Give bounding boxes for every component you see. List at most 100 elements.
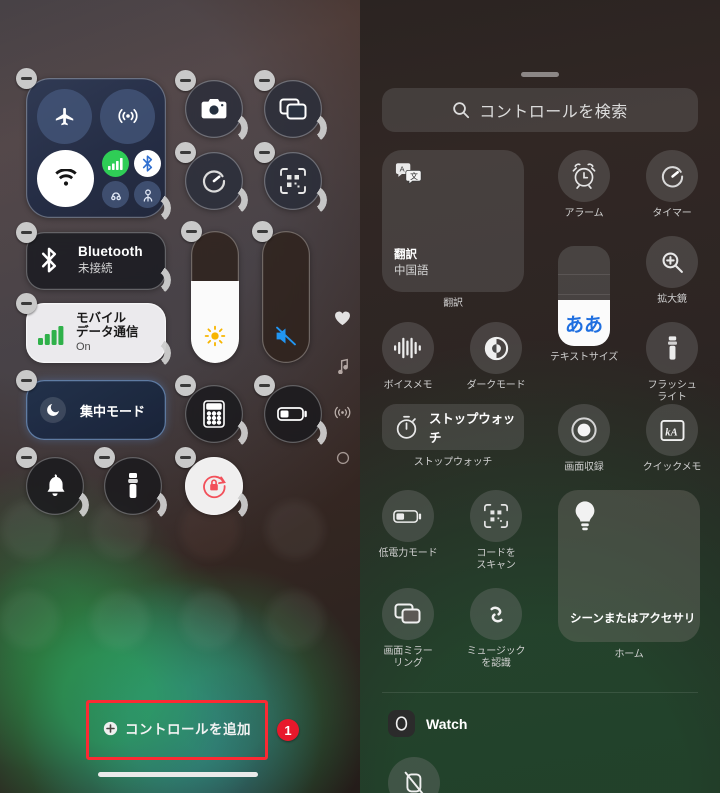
magnifier-circle[interactable]	[646, 236, 698, 288]
control-item-scan-code[interactable]: コードを スキャン	[470, 490, 532, 571]
control-item-flashlight[interactable]: フラッシュ ライト	[646, 322, 708, 403]
sheet-grabber[interactable]	[521, 72, 559, 77]
resize-handle[interactable]	[218, 418, 248, 448]
focus-mode-tile[interactable]: 集中モード	[16, 370, 166, 440]
wifi-toggle[interactable]	[37, 150, 94, 207]
resize-handle[interactable]	[297, 185, 327, 215]
section-divider	[382, 692, 698, 693]
quick-note-circle[interactable]: kA	[646, 404, 698, 456]
remove-cellular-button[interactable]	[16, 293, 37, 314]
text-size-caption: テキストサイズ	[550, 352, 618, 363]
airdrop-toggle[interactable]	[102, 181, 129, 208]
remove-battery-button[interactable]	[254, 375, 275, 396]
control-item-magnifier[interactable]: 拡大鏡	[646, 236, 708, 306]
screen-mirroring-icon	[394, 602, 422, 626]
remove-camera-button[interactable]	[175, 70, 196, 91]
control-item-watch-silent[interactable]	[388, 757, 440, 793]
focus-label: 集中モード	[80, 404, 146, 419]
alarm-circle[interactable]	[558, 150, 610, 202]
control-item-dark-mode[interactable]: ダークモード	[467, 322, 532, 392]
cellular-data-toggle[interactable]	[100, 89, 155, 144]
resize-handle[interactable]	[137, 490, 167, 520]
timer-tile[interactable]	[175, 142, 248, 215]
remove-flashlight-button[interactable]	[94, 447, 115, 468]
remove-connectivity-button[interactable]	[16, 68, 37, 89]
qr-scan-tile[interactable]	[254, 142, 327, 215]
resize-handle[interactable]	[218, 113, 248, 143]
remove-volume-button[interactable]	[252, 221, 273, 242]
bluetooth-row-tile[interactable]: Bluetooth 未接続	[16, 222, 171, 295]
watch-silent-circle[interactable]	[388, 757, 440, 793]
svg-text:kA: kA	[665, 427, 677, 438]
control-item-low-power-mode[interactable]: 低電力モード	[379, 490, 444, 560]
airplane-icon	[54, 106, 76, 128]
scan-code-circle[interactable]	[470, 490, 522, 542]
text-size-slider[interactable]: ああ	[558, 246, 610, 346]
resize-handle[interactable]	[141, 338, 171, 368]
stopwatch-tile[interactable]: ストップウォッチ	[382, 404, 524, 450]
remove-calculator-button[interactable]	[175, 375, 196, 396]
translate-tile-title: 翻訳	[394, 249, 417, 261]
control-item-timer[interactable]: タイマー	[646, 150, 708, 220]
control-item-stopwatch[interactable]: ストップウォッチ ストップウォッチ	[382, 404, 524, 469]
flashlight-tile[interactable]	[94, 447, 167, 520]
remove-brightness-button[interactable]	[181, 221, 202, 242]
ringer-tile[interactable]	[16, 447, 89, 520]
rotation-lock-tile[interactable]	[175, 447, 248, 520]
screen-recording-circle[interactable]	[558, 404, 610, 456]
remove-timer-button[interactable]	[175, 142, 196, 163]
resize-handle[interactable]	[297, 418, 327, 448]
voice-memo-circle[interactable]	[382, 322, 434, 374]
control-item-translate[interactable]: A 文 翻訳 中国語 翻訳	[382, 150, 524, 310]
scan-code-caption-line2: スキャン	[476, 559, 516, 571]
screen-mirroring-circle[interactable]	[382, 588, 434, 640]
remove-focus-button[interactable]	[16, 370, 37, 391]
screen-mirroring-tile[interactable]	[254, 70, 327, 143]
control-item-screen-recording[interactable]: 画面収録	[558, 404, 620, 474]
remove-bluetooth-button[interactable]	[16, 222, 37, 243]
control-item-voice-memo[interactable]: ボイスメモ	[382, 322, 444, 392]
bluetooth-toggle[interactable]	[134, 150, 161, 177]
control-item-home[interactable]: シーンまたはアクセサリ ホーム	[558, 490, 700, 661]
search-control-field[interactable]: コントロールを検索	[382, 88, 698, 132]
resize-handle[interactable]	[141, 265, 171, 295]
low-power-circle[interactable]	[382, 490, 434, 542]
cellular-signal-toggle[interactable]	[102, 150, 129, 177]
volume-slider[interactable]	[252, 221, 310, 363]
flashlight-caption-line1: フラッシュ	[647, 380, 697, 391]
flashlight-circle[interactable]	[646, 322, 698, 374]
recognize-music-circle[interactable]	[470, 588, 522, 640]
remove-rotation-lock-button[interactable]	[175, 447, 196, 468]
stopwatch-icon	[394, 415, 419, 440]
airplane-mode-toggle[interactable]	[37, 89, 92, 144]
control-item-alarm[interactable]: アラーム	[558, 150, 620, 220]
svg-text:A: A	[400, 164, 405, 173]
dark-mode-circle[interactable]	[470, 322, 522, 374]
translate-tile[interactable]: A 文 翻訳 中国語	[382, 150, 524, 292]
control-item-text-size[interactable]: ああ テキストサイズ	[550, 246, 620, 364]
add-control-button[interactable]: コントロールを追加	[86, 704, 268, 752]
control-item-recognize-music[interactable]: ミュージック を認識	[467, 588, 532, 669]
control-center-grid: Bluetooth 未接続 モバイル データ通信 On 集中モード コントロール…	[0, 0, 360, 793]
resize-handle[interactable]	[297, 113, 327, 143]
timer-circle[interactable]	[646, 150, 698, 202]
battery-tile[interactable]	[254, 375, 327, 448]
cellular-text: モバイル データ通信 On	[76, 311, 139, 353]
waveform-icon	[394, 336, 422, 360]
control-item-screen-mirroring[interactable]: 画面ミラー リング	[382, 588, 444, 669]
control-item-quick-note[interactable]: kA クイックメモ	[643, 404, 708, 474]
resize-handle[interactable]	[59, 490, 89, 520]
remove-screen-mirroring-button[interactable]	[254, 70, 275, 91]
resize-handle[interactable]	[218, 185, 248, 215]
remove-qr-scan-button[interactable]	[254, 142, 275, 163]
cellular-data-card[interactable]: モバイル データ通信 On	[16, 293, 171, 368]
home-caption: ホーム	[614, 649, 644, 660]
remove-ringer-button[interactable]	[16, 447, 37, 468]
camera-tile[interactable]	[175, 70, 248, 143]
resize-handle[interactable]	[141, 193, 171, 223]
home-tile[interactable]: シーンまたはアクセサリ	[558, 490, 700, 642]
connectivity-module[interactable]	[16, 68, 171, 223]
resize-handle[interactable]	[218, 490, 248, 520]
calculator-tile[interactable]	[175, 375, 248, 448]
brightness-slider[interactable]	[181, 221, 239, 363]
